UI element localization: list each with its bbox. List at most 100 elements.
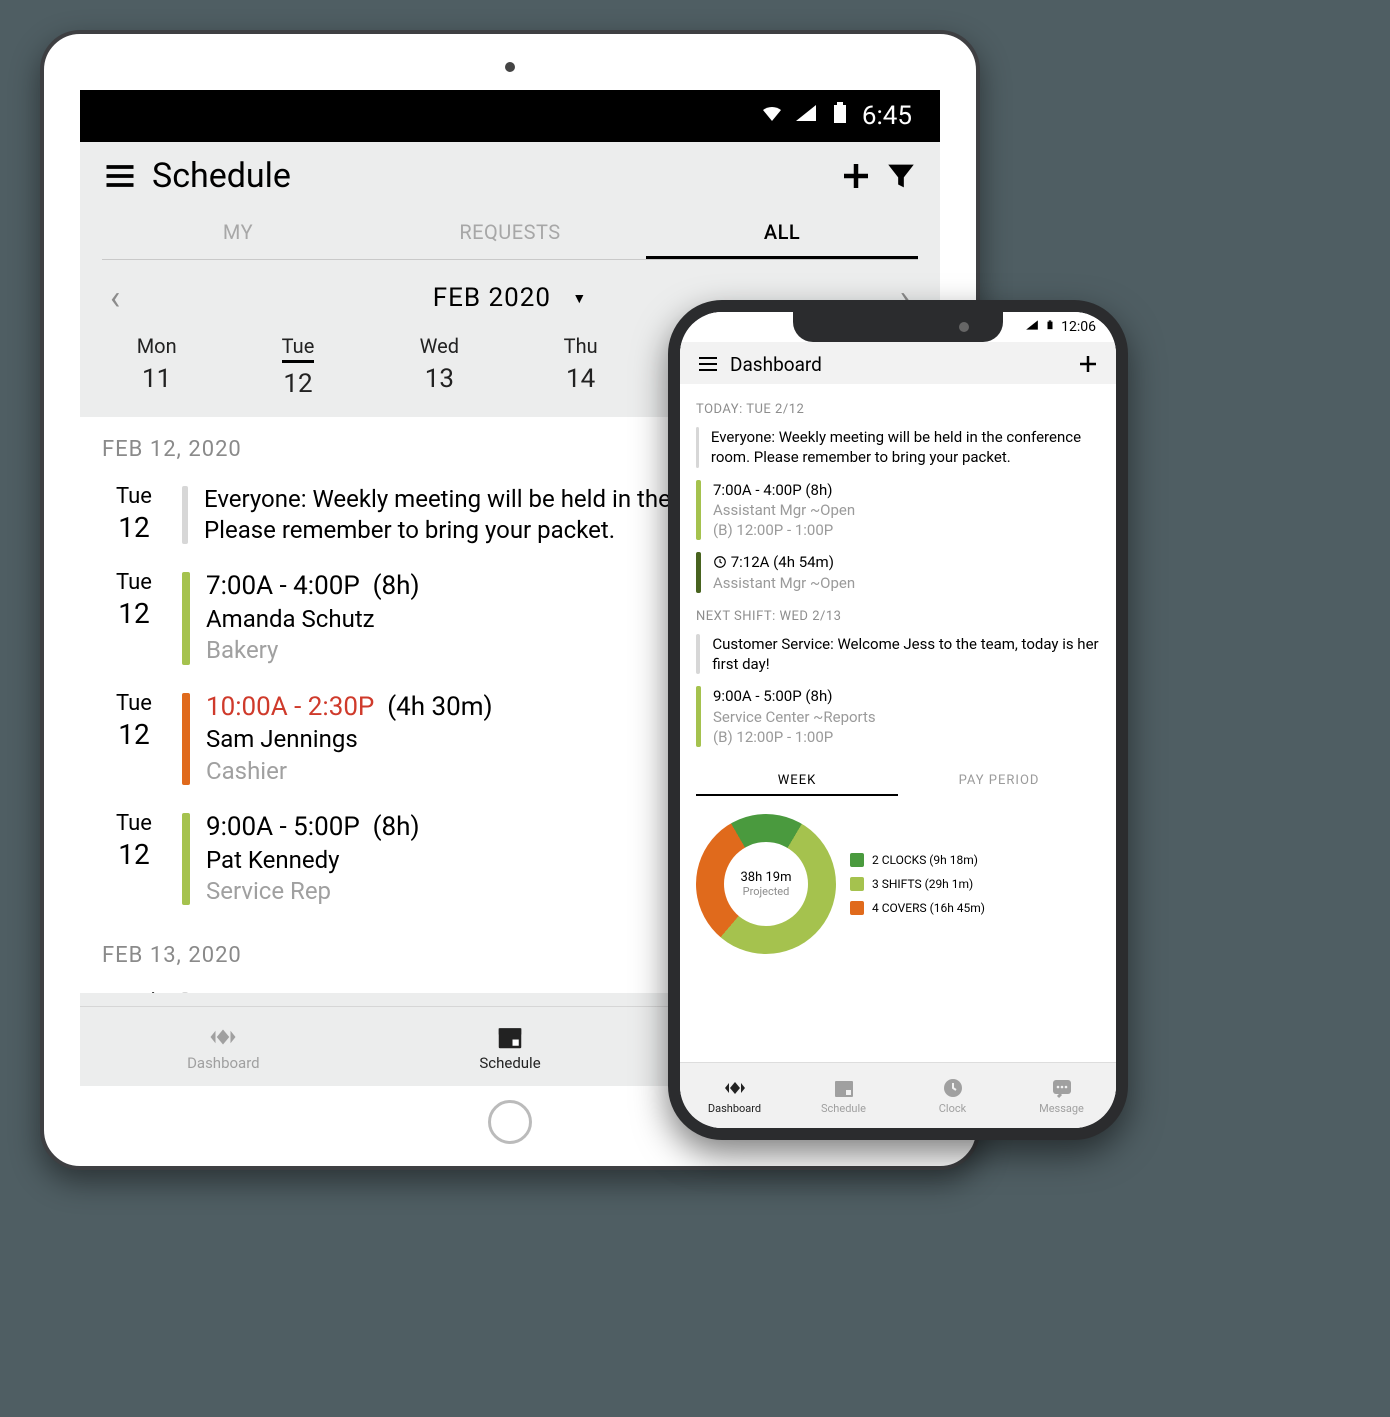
tab-all[interactable]: ALL xyxy=(646,210,918,259)
day-number: 12 xyxy=(102,597,166,630)
section-label: TODAY: TUE 2/12 xyxy=(696,402,1100,417)
wifi-icon xyxy=(760,101,784,132)
day-number: 12 xyxy=(102,718,166,751)
filter-icon[interactable] xyxy=(884,159,918,193)
day-number: 12 xyxy=(227,369,368,399)
tablet-camera xyxy=(505,62,515,72)
day-of-week-label: Tue xyxy=(102,811,166,836)
day-of-week-label: Mon xyxy=(86,334,227,358)
color-bar xyxy=(182,992,188,993)
day-number: 11 xyxy=(86,364,227,394)
shift-break: (B) 12:00P - 1:00P xyxy=(713,727,876,747)
day-of-week-label: Tue xyxy=(282,334,315,363)
shift-time: 7:00A - 4:00P (8h) xyxy=(713,480,855,500)
week-day[interactable]: Mon 11 xyxy=(86,334,227,399)
tab-requests[interactable]: REQUESTS xyxy=(374,210,646,259)
date-column: Tue 12 xyxy=(102,484,166,544)
legend-swatch xyxy=(850,877,864,891)
nav-message-label: Message xyxy=(1039,1102,1084,1115)
legend-item: 3 SHIFTS (29h 1m) xyxy=(850,877,985,891)
dashboard-item[interactable]: 7:00A - 4:00P (8h) Assistant Mgr ~Open (… xyxy=(696,476,1100,549)
date-column: Tue 12 xyxy=(102,691,166,751)
tab-my[interactable]: MY xyxy=(102,210,374,259)
page-title: Dashboard xyxy=(730,353,822,376)
status-time: 12:06 xyxy=(1061,319,1096,335)
legend-swatch xyxy=(850,853,864,867)
day-number: 13 xyxy=(369,364,510,394)
nav-clock-label: Clock xyxy=(939,1102,966,1115)
add-button[interactable] xyxy=(838,158,874,194)
nav-schedule-label: Schedule xyxy=(821,1102,866,1115)
status-time: 6:45 xyxy=(862,101,912,131)
day-of-week-label: Wed xyxy=(102,990,166,993)
nav-clock[interactable]: Clock xyxy=(898,1063,1007,1128)
color-bar xyxy=(182,813,190,905)
nav-schedule[interactable]: Schedule xyxy=(789,1063,898,1128)
announcement-text: Everyone: Weekly meeting will be held in… xyxy=(711,427,1100,468)
clock-icon xyxy=(713,555,727,569)
signal-icon xyxy=(1025,318,1039,336)
dashboard-item[interactable]: Customer Service: Welcome Jess to the te… xyxy=(696,630,1100,683)
day-number: 14 xyxy=(510,364,651,394)
prev-month-button[interactable]: ‹ xyxy=(110,278,120,318)
phone-device-frame: 12:06 Dashboard TODAY: TUE 2/12 Everyone:… xyxy=(668,300,1128,1140)
legend-item: 4 COVERS (16h 45m) xyxy=(850,901,985,915)
chart-row: 38h 19m Projected 2 CLOCKS (9h 18m) 3 SH… xyxy=(696,804,1100,954)
day-of-week-label: Tue xyxy=(102,570,166,595)
month-label: FEB 2020 xyxy=(433,283,551,313)
tablet-status-bar: 6:45 xyxy=(80,90,940,142)
signal-icon xyxy=(794,101,818,132)
date-column: Tue 12 xyxy=(102,570,166,630)
color-bar xyxy=(696,480,701,541)
chart-legend: 2 CLOCKS (9h 18m) 3 SHIFTS (29h 1m) 4 CO… xyxy=(850,853,985,915)
nav-dashboard[interactable]: Dashboard xyxy=(680,1063,789,1128)
announcement-text: Customer Service: Welcome Jess to the te… xyxy=(712,634,1100,675)
chart-tabs: WEEK PAY PERIOD xyxy=(696,773,1100,796)
date-column: Wed 13 xyxy=(102,990,166,993)
day-of-week-label: Wed xyxy=(369,334,510,358)
nav-schedule-label: Schedule xyxy=(479,1054,540,1072)
nav-dashboard-label: Dashboard xyxy=(708,1102,761,1115)
phone-notch xyxy=(793,312,1003,342)
day-of-week-label: Thu xyxy=(510,334,651,358)
hamburger-menu-icon[interactable] xyxy=(102,158,138,194)
color-bar xyxy=(696,552,701,593)
date-column: Tue 12 xyxy=(102,811,166,871)
legend-item: 2 CLOCKS (9h 18m) xyxy=(850,853,985,867)
nav-dashboard[interactable]: Dashboard xyxy=(80,1007,367,1086)
tablet-app-header: Schedule xyxy=(80,142,940,202)
color-bar xyxy=(182,486,188,544)
dashboard-item[interactable]: 7:12A (4h 54m) Assistant Mgr ~Open xyxy=(696,548,1100,601)
tab-pay-period[interactable]: PAY PERIOD xyxy=(898,773,1100,796)
week-day[interactable]: Wed 13 xyxy=(369,334,510,399)
add-button[interactable] xyxy=(1076,352,1100,376)
tablet-home-button[interactable] xyxy=(488,1100,532,1144)
nav-schedule[interactable]: Schedule xyxy=(367,1007,654,1086)
color-bar xyxy=(696,686,701,747)
phone-screen: 12:06 Dashboard TODAY: TUE 2/12 Everyone:… xyxy=(680,312,1116,1128)
legend-swatch xyxy=(850,901,864,915)
color-bar xyxy=(182,572,190,664)
phone-app-header: Dashboard xyxy=(680,342,1116,384)
section-label: NEXT SHIFT: WED 2/13 xyxy=(696,609,1100,624)
donut-center-sub: Projected xyxy=(743,885,790,898)
shift-time: 7:12A (4h 54m) xyxy=(713,552,855,572)
shift-time: 9:00A - 5:00P (8h) xyxy=(713,686,876,706)
week-day[interactable]: Thu 14 xyxy=(510,334,651,399)
day-of-week-label: Tue xyxy=(102,484,166,509)
page-title: Schedule xyxy=(152,156,291,196)
nav-message[interactable]: Message xyxy=(1007,1063,1116,1128)
tab-week[interactable]: WEEK xyxy=(696,773,898,796)
donut-chart: 38h 19m Projected xyxy=(696,814,836,954)
donut-center-value: 38h 19m xyxy=(740,870,791,885)
nav-dashboard-label: Dashboard xyxy=(187,1054,260,1072)
day-number: 12 xyxy=(102,838,166,871)
hamburger-menu-icon[interactable] xyxy=(696,352,720,376)
color-bar xyxy=(696,427,699,468)
dashboard-item[interactable]: 9:00A - 5:00P (8h) Service Center ~Repor… xyxy=(696,682,1100,755)
battery-icon xyxy=(828,101,852,132)
day-number: 12 xyxy=(102,511,166,544)
dashboard-item[interactable]: Everyone: Weekly meeting will be held in… xyxy=(696,423,1100,476)
week-day[interactable]: Tue 12 xyxy=(227,334,368,399)
dashboard-body[interactable]: TODAY: TUE 2/12 Everyone: Weekly meeting … xyxy=(680,384,1116,1062)
